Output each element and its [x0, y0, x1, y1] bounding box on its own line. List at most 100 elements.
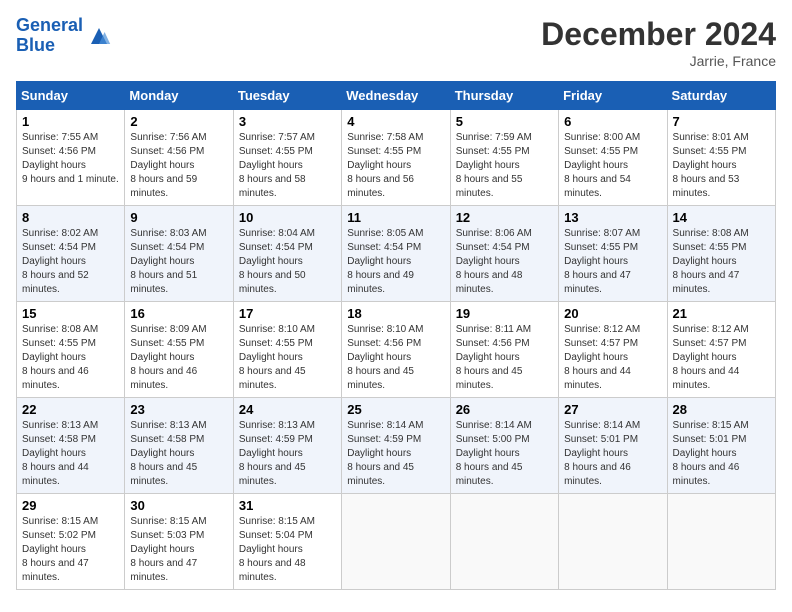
- day-number: 13: [564, 210, 661, 225]
- day-number: 8: [22, 210, 119, 225]
- table-cell: 18 Sunrise: 8:10 AM Sunset: 4:56 PM Dayl…: [342, 302, 450, 398]
- table-cell: 29 Sunrise: 8:15 AM Sunset: 5:02 PM Dayl…: [17, 494, 125, 590]
- col-thursday: Thursday: [450, 82, 558, 110]
- table-cell: 25 Sunrise: 8:14 AM Sunset: 4:59 PM Dayl…: [342, 398, 450, 494]
- table-cell: 13 Sunrise: 8:07 AM Sunset: 4:55 PM Dayl…: [559, 206, 667, 302]
- day-info: Sunrise: 8:01 AM Sunset: 4:55 PM Dayligh…: [673, 131, 770, 201]
- day-info: Sunrise: 8:14 AM Sunset: 5:00 PM Dayligh…: [456, 419, 553, 489]
- table-cell: 4 Sunrise: 7:58 AM Sunset: 4:55 PM Dayli…: [342, 110, 450, 206]
- day-number: 17: [239, 306, 336, 321]
- month-title: December 2024: [541, 16, 776, 53]
- table-cell: [342, 494, 450, 590]
- table-cell: 6 Sunrise: 8:00 AM Sunset: 4:55 PM Dayli…: [559, 110, 667, 206]
- table-cell: 21 Sunrise: 8:12 AM Sunset: 4:57 PM Dayl…: [667, 302, 775, 398]
- day-number: 19: [456, 306, 553, 321]
- day-number: 25: [347, 402, 444, 417]
- day-info: Sunrise: 8:10 AM Sunset: 4:55 PM Dayligh…: [239, 323, 336, 393]
- table-cell: 16 Sunrise: 8:09 AM Sunset: 4:55 PM Dayl…: [125, 302, 233, 398]
- day-info: Sunrise: 8:10 AM Sunset: 4:56 PM Dayligh…: [347, 323, 444, 393]
- table-cell: 5 Sunrise: 7:59 AM Sunset: 4:55 PM Dayli…: [450, 110, 558, 206]
- day-number: 1: [22, 114, 119, 129]
- table-cell: 7 Sunrise: 8:01 AM Sunset: 4:55 PM Dayli…: [667, 110, 775, 206]
- day-number: 22: [22, 402, 119, 417]
- day-info: Sunrise: 8:09 AM Sunset: 4:55 PM Dayligh…: [130, 323, 227, 393]
- table-cell: 19 Sunrise: 8:11 AM Sunset: 4:56 PM Dayl…: [450, 302, 558, 398]
- day-info: Sunrise: 8:15 AM Sunset: 5:03 PM Dayligh…: [130, 515, 227, 585]
- day-info: Sunrise: 8:00 AM Sunset: 4:55 PM Dayligh…: [564, 131, 661, 201]
- calendar-week-row: 1 Sunrise: 7:55 AM Sunset: 4:56 PM Dayli…: [17, 110, 776, 206]
- col-wednesday: Wednesday: [342, 82, 450, 110]
- day-info: Sunrise: 8:15 AM Sunset: 5:01 PM Dayligh…: [673, 419, 770, 489]
- day-number: 7: [673, 114, 770, 129]
- table-cell: 1 Sunrise: 7:55 AM Sunset: 4:56 PM Dayli…: [17, 110, 125, 206]
- calendar-week-row: 29 Sunrise: 8:15 AM Sunset: 5:02 PM Dayl…: [17, 494, 776, 590]
- day-info: Sunrise: 8:14 AM Sunset: 5:01 PM Dayligh…: [564, 419, 661, 489]
- day-info: Sunrise: 8:04 AM Sunset: 4:54 PM Dayligh…: [239, 227, 336, 297]
- table-cell: 17 Sunrise: 8:10 AM Sunset: 4:55 PM Dayl…: [233, 302, 341, 398]
- day-info: Sunrise: 8:08 AM Sunset: 4:55 PM Dayligh…: [22, 323, 119, 393]
- table-cell: 2 Sunrise: 7:56 AM Sunset: 4:56 PM Dayli…: [125, 110, 233, 206]
- day-info: Sunrise: 8:14 AM Sunset: 4:59 PM Dayligh…: [347, 419, 444, 489]
- table-cell: 23 Sunrise: 8:13 AM Sunset: 4:58 PM Dayl…: [125, 398, 233, 494]
- day-number: 20: [564, 306, 661, 321]
- logo-blue: Blue: [16, 35, 55, 55]
- col-saturday: Saturday: [667, 82, 775, 110]
- day-number: 3: [239, 114, 336, 129]
- table-cell: 26 Sunrise: 8:14 AM Sunset: 5:00 PM Dayl…: [450, 398, 558, 494]
- day-info: Sunrise: 8:11 AM Sunset: 4:56 PM Dayligh…: [456, 323, 553, 393]
- day-info: Sunrise: 8:06 AM Sunset: 4:54 PM Dayligh…: [456, 227, 553, 297]
- col-monday: Monday: [125, 82, 233, 110]
- table-cell: 3 Sunrise: 7:57 AM Sunset: 4:55 PM Dayli…: [233, 110, 341, 206]
- table-cell: 28 Sunrise: 8:15 AM Sunset: 5:01 PM Dayl…: [667, 398, 775, 494]
- day-number: 27: [564, 402, 661, 417]
- day-number: 5: [456, 114, 553, 129]
- day-number: 30: [130, 498, 227, 513]
- title-block: December 2024 Jarrie, France: [541, 16, 776, 69]
- table-cell: 10 Sunrise: 8:04 AM Sunset: 4:54 PM Dayl…: [233, 206, 341, 302]
- calendar-header-row: Sunday Monday Tuesday Wednesday Thursday…: [17, 82, 776, 110]
- table-cell: 24 Sunrise: 8:13 AM Sunset: 4:59 PM Dayl…: [233, 398, 341, 494]
- day-number: 2: [130, 114, 227, 129]
- logo-general: General: [16, 15, 83, 35]
- table-cell: 22 Sunrise: 8:13 AM Sunset: 4:58 PM Dayl…: [17, 398, 125, 494]
- day-info: Sunrise: 8:03 AM Sunset: 4:54 PM Dayligh…: [130, 227, 227, 297]
- day-number: 23: [130, 402, 227, 417]
- table-cell: 27 Sunrise: 8:14 AM Sunset: 5:01 PM Dayl…: [559, 398, 667, 494]
- day-info: Sunrise: 8:02 AM Sunset: 4:54 PM Dayligh…: [22, 227, 119, 297]
- page-container: General Blue December 2024 Jarrie, Franc…: [16, 16, 776, 590]
- day-info: Sunrise: 8:08 AM Sunset: 4:55 PM Dayligh…: [673, 227, 770, 297]
- col-tuesday: Tuesday: [233, 82, 341, 110]
- day-info: Sunrise: 8:12 AM Sunset: 4:57 PM Dayligh…: [673, 323, 770, 393]
- day-number: 4: [347, 114, 444, 129]
- table-cell: 9 Sunrise: 8:03 AM Sunset: 4:54 PM Dayli…: [125, 206, 233, 302]
- day-number: 26: [456, 402, 553, 417]
- day-number: 9: [130, 210, 227, 225]
- table-cell: 8 Sunrise: 8:02 AM Sunset: 4:54 PM Dayli…: [17, 206, 125, 302]
- day-info: Sunrise: 8:15 AM Sunset: 5:02 PM Dayligh…: [22, 515, 119, 585]
- calendar-week-row: 8 Sunrise: 8:02 AM Sunset: 4:54 PM Dayli…: [17, 206, 776, 302]
- logo-text: General Blue: [16, 16, 83, 56]
- col-sunday: Sunday: [17, 82, 125, 110]
- table-cell: 20 Sunrise: 8:12 AM Sunset: 4:57 PM Dayl…: [559, 302, 667, 398]
- calendar-week-row: 22 Sunrise: 8:13 AM Sunset: 4:58 PM Dayl…: [17, 398, 776, 494]
- day-number: 18: [347, 306, 444, 321]
- day-info: Sunrise: 8:05 AM Sunset: 4:54 PM Dayligh…: [347, 227, 444, 297]
- day-info: Sunrise: 8:13 AM Sunset: 4:58 PM Dayligh…: [130, 419, 227, 489]
- location: Jarrie, France: [541, 53, 776, 69]
- day-info: Sunrise: 8:13 AM Sunset: 4:59 PM Dayligh…: [239, 419, 336, 489]
- day-number: 14: [673, 210, 770, 225]
- table-cell: 11 Sunrise: 8:05 AM Sunset: 4:54 PM Dayl…: [342, 206, 450, 302]
- day-info: Sunrise: 8:12 AM Sunset: 4:57 PM Dayligh…: [564, 323, 661, 393]
- table-cell: 15 Sunrise: 8:08 AM Sunset: 4:55 PM Dayl…: [17, 302, 125, 398]
- day-number: 11: [347, 210, 444, 225]
- table-cell: [667, 494, 775, 590]
- logo: General Blue: [16, 16, 111, 56]
- table-cell: [559, 494, 667, 590]
- day-info: Sunrise: 8:07 AM Sunset: 4:55 PM Dayligh…: [564, 227, 661, 297]
- day-number: 6: [564, 114, 661, 129]
- table-cell: [450, 494, 558, 590]
- day-info: Sunrise: 7:58 AM Sunset: 4:55 PM Dayligh…: [347, 131, 444, 201]
- col-friday: Friday: [559, 82, 667, 110]
- day-number: 10: [239, 210, 336, 225]
- day-info: Sunrise: 7:59 AM Sunset: 4:55 PM Dayligh…: [456, 131, 553, 201]
